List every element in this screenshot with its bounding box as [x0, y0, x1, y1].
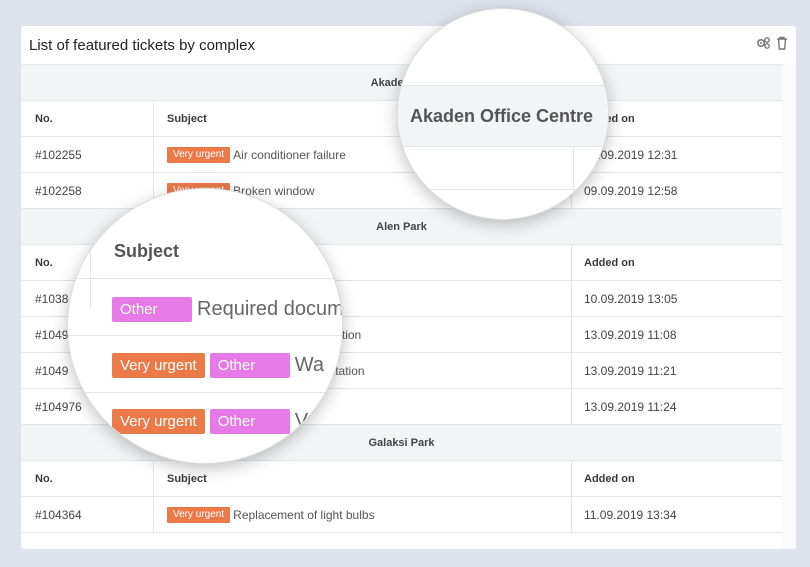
ticket-added-date: 09.09.2019 12:58 — [584, 183, 678, 198]
ticket-subject: Air conditioner failure — [233, 147, 346, 162]
ticket-added-date: 10.09.2019 13:05 — [584, 291, 678, 306]
gears-icon[interactable] — [755, 35, 771, 51]
divider — [573, 147, 574, 219]
ticket-added-date: 13.09.2019 11:24 — [584, 399, 677, 414]
magnified-priority-badge: Other — [209, 409, 290, 434]
priority-badge: Very urgent — [167, 506, 231, 523]
magnifier-complex-title: Akaden Office Centre — [397, 8, 609, 220]
widget-actions — [755, 35, 790, 51]
table-row[interactable]: #104364 Very urgent Replacement of light b… — [21, 497, 782, 533]
magnified-priority-badge: Other — [209, 353, 290, 378]
magnified-priority-badge: Very urgent — [112, 409, 205, 434]
magnified-ticket-row: Very urgent Other V — [112, 409, 308, 434]
ticket-added-date: 13.09.2019 11:08 — [584, 327, 677, 342]
divider — [90, 229, 91, 309]
magnified-priority-badge: Other — [112, 297, 192, 322]
column-header-no[interactable]: No. — [21, 461, 154, 496]
magnified-subject-text: Wa — [294, 354, 324, 376]
magnifier-subject-tags: Subject Other Required docum Very urgent Ot… — [67, 188, 343, 464]
magnified-subject-text: V — [294, 410, 309, 432]
scrollbar[interactable] — [782, 64, 796, 549]
widget-header: List of featured tickets by complex — [21, 26, 796, 64]
ticket-subject-cell[interactable]: Very urgent Replacement of light bulbs — [154, 497, 572, 532]
magnified-ticket-row: Very urgent Other Wa — [112, 353, 324, 378]
column-header-subject[interactable]: Subject — [154, 461, 572, 496]
magnified-subject-text: Required docum — [197, 298, 343, 320]
ticket-number[interactable]: #102255 — [21, 137, 154, 172]
magnified-subject-header: Subject — [114, 241, 180, 261]
ticket-added-date: 13.09.2019 11:21 — [584, 363, 677, 378]
priority-badge: Very urgent — [167, 146, 231, 163]
magnified-priority-badge: Very urgent — [112, 353, 205, 378]
column-header-added[interactable]: Added on — [572, 245, 635, 280]
table-header-row: No.SubjectAdded on — [21, 461, 782, 497]
widget-title: List of featured tickets by complex — [29, 36, 255, 54]
ticket-number[interactable]: #104364 — [21, 497, 154, 532]
ticket-added-date: 11.09.2019 13:34 — [584, 507, 677, 522]
column-header-no[interactable]: No. — [21, 101, 154, 136]
column-header-added[interactable]: Added on — [572, 461, 635, 496]
divider — [68, 392, 342, 393]
magnified-ticket-row: Other Required docum — [112, 297, 343, 322]
divider — [398, 189, 608, 190]
table-row[interactable]: #102258Very urgentBroken window09.09.201… — [21, 173, 782, 209]
ticket-subject: Replacement of light bulbs — [233, 507, 375, 522]
divider — [68, 335, 342, 336]
magnified-group-title: Akaden Office Centre — [398, 85, 608, 147]
ticket-number[interactable]: #102258 — [21, 173, 154, 208]
trash-icon[interactable] — [774, 35, 790, 51]
divider — [68, 278, 342, 279]
